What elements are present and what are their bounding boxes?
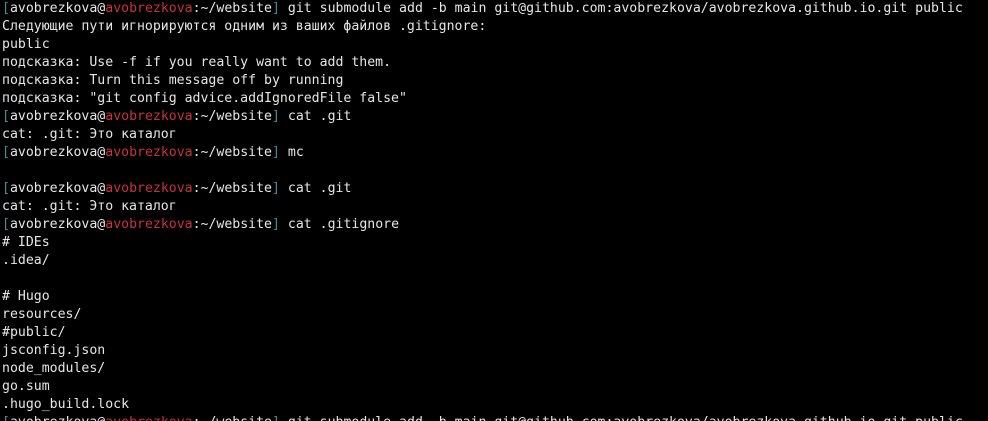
prompt-close-bracket: ] bbox=[272, 217, 280, 232]
prompt-user: avobrezkova bbox=[9, 145, 98, 160]
output-line: go.sum bbox=[2, 379, 50, 394]
output-line: public bbox=[2, 37, 50, 52]
prompt-user: avobrezkova bbox=[9, 181, 98, 196]
prompt-user: avobrezkova bbox=[9, 1, 98, 16]
prompt-host: avobrezkova bbox=[105, 145, 193, 160]
prompt-host: avobrezkova bbox=[105, 1, 193, 16]
prompt-line: [avobrezkova@avobrezkova:~/website] cat … bbox=[2, 180, 988, 198]
output-line: cat: .git: Это каталог bbox=[2, 127, 177, 142]
prompt-open-bracket: [ bbox=[2, 181, 10, 196]
prompt-host: avobrezkova bbox=[105, 109, 193, 124]
output-line: #public/ bbox=[2, 325, 66, 340]
prompt-line: [avobrezkova@avobrezkova:~/website] git … bbox=[2, 0, 988, 18]
prompt-host: avobrezkova bbox=[105, 415, 192, 421]
output-line: # IDEs bbox=[2, 235, 50, 250]
prompt-path: :~/website bbox=[192, 181, 272, 196]
output-line: подсказка: Turn this message off by runn… bbox=[2, 73, 344, 88]
terminal-window[interactable]: [avobrezkova@avobrezkova:~/website] git … bbox=[0, 0, 988, 421]
command-text: cat .git bbox=[287, 109, 352, 124]
prompt-line: [avobrezkova@avobrezkova:~/website] cat … bbox=[2, 216, 988, 234]
prompt-user: avobrezkova bbox=[10, 415, 97, 421]
prompt-line: [avobrezkova@avobrezkova:~/website] mc bbox=[2, 144, 988, 162]
output-line: Следующие пути игнорируются одним из ваш… bbox=[2, 19, 487, 34]
output-line: jsconfig.json bbox=[2, 343, 106, 358]
prompt-path: :~/website bbox=[192, 145, 272, 160]
output-line: node_modules/ bbox=[2, 361, 106, 376]
command-text: git submodule add -b main git@github.com… bbox=[287, 1, 963, 16]
output-line: resources/ bbox=[2, 307, 82, 322]
output-line: подсказка: Use -f if you really want to … bbox=[2, 55, 392, 70]
prompt-path: :~/website bbox=[192, 1, 272, 16]
prompt-path: :~/website bbox=[193, 415, 272, 421]
prompt-user: avobrezkova bbox=[9, 109, 98, 124]
prompt-open-bracket: [ bbox=[2, 415, 10, 421]
prompt-open-bracket: [ bbox=[2, 145, 10, 160]
command-text: cat .gitignore bbox=[287, 217, 400, 232]
prompt-open-bracket: [ bbox=[2, 109, 10, 124]
output-line: # Hugo bbox=[2, 289, 50, 304]
prompt-close-bracket: ] bbox=[272, 1, 280, 16]
prompt-close-bracket: ] bbox=[272, 109, 280, 124]
prompt-user: avobrezkova bbox=[9, 217, 98, 232]
prompt-host: avobrezkova bbox=[105, 181, 193, 196]
prompt-close-bracket: ] bbox=[272, 415, 280, 421]
output-line: cat: .git: Это каталог bbox=[2, 199, 177, 214]
output-line: .idea/ bbox=[2, 253, 50, 268]
command-text: cat .git bbox=[287, 181, 352, 196]
prompt-path: :~/website bbox=[192, 109, 272, 124]
prompt-line: [avobrezkova@avobrezkova:~/website] cat … bbox=[2, 108, 988, 126]
output-line: подсказка: "git config advice.addIgnored… bbox=[2, 91, 407, 106]
prompt-open-bracket: [ bbox=[2, 1, 10, 16]
command-text: mc bbox=[287, 145, 304, 160]
prompt-close-bracket: ] bbox=[272, 181, 280, 196]
command-text: git submodule add -b main git@github.com… bbox=[288, 415, 963, 421]
prompt-open-bracket: [ bbox=[2, 217, 10, 232]
prompt-path: :~/website bbox=[192, 217, 272, 232]
prompt-close-bracket: ] bbox=[272, 145, 280, 160]
prompt-line-partial: [avobrezkova@avobrezkova:~/website] git … bbox=[2, 414, 963, 421]
output-line: .hugo_build.lock bbox=[2, 397, 130, 412]
prompt-host: avobrezkova bbox=[105, 217, 193, 232]
